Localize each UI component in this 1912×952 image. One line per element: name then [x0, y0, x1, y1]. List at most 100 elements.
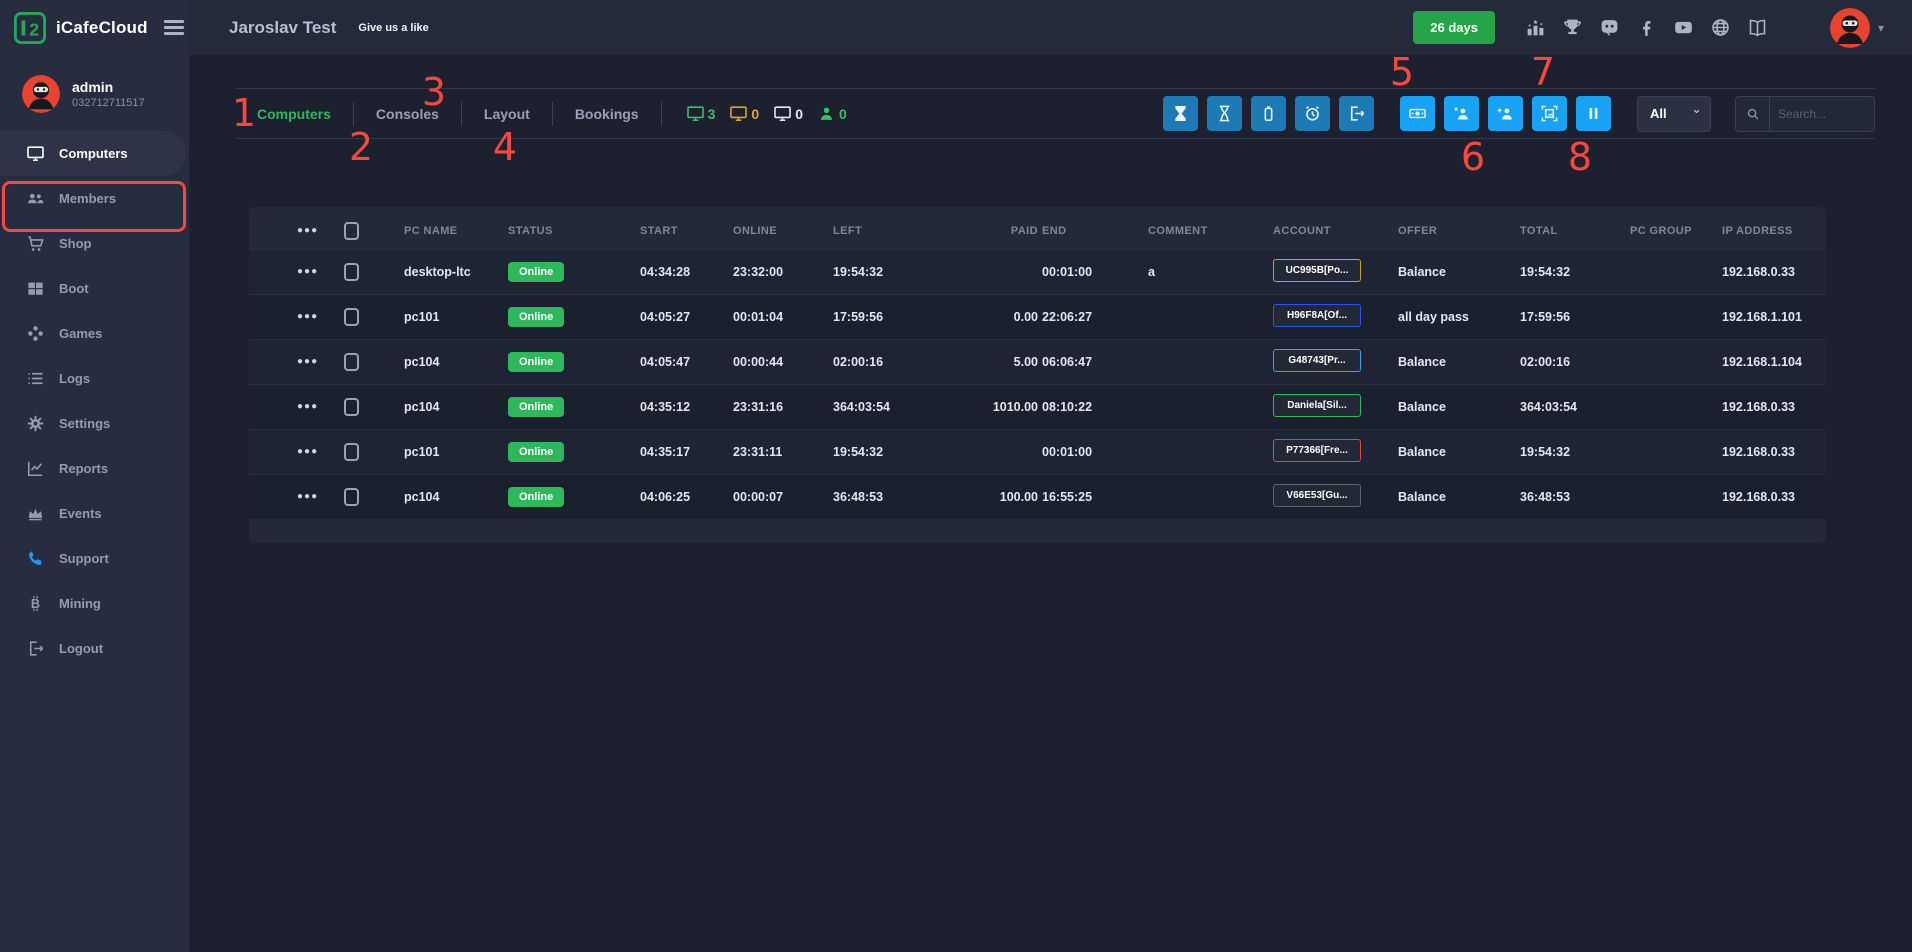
sidebar-item-members[interactable]: Members: [0, 176, 189, 221]
row-menu-button[interactable]: ●●●: [249, 384, 344, 429]
left-cell: 19:54:32: [833, 249, 949, 294]
ranking-icon[interactable]: [1525, 17, 1546, 38]
row-checkbox[interactable]: [344, 308, 359, 326]
paid-cell: 5.00: [949, 339, 1042, 384]
sidebar-item-reports[interactable]: Reports: [0, 446, 189, 491]
table-row: ●●● pc101 Online 04:05:27 00:01:04 17:59…: [249, 294, 1826, 339]
start-cell: 04:35:12: [640, 384, 733, 429]
row-checkbox[interactable]: [344, 263, 359, 281]
user-menu[interactable]: ▾: [1830, 8, 1884, 48]
account-badge[interactable]: V66E53[Gu...: [1273, 484, 1361, 507]
end-cell: 08:10:22: [1042, 384, 1148, 429]
sidebar-item-label: Members: [59, 191, 116, 206]
status-cell: Online: [508, 294, 640, 339]
tab-consoles[interactable]: Consoles: [354, 102, 462, 126]
table-row: ●●● pc104 Online 04:06:25 00:00:07 36:48…: [249, 474, 1826, 519]
row-checkbox[interactable]: [344, 443, 359, 461]
account-badge[interactable]: G48743[Pr...: [1273, 349, 1361, 372]
discord-icon[interactable]: [1599, 17, 1620, 38]
comment-cell: [1148, 294, 1273, 339]
sidebar-item-label: Logs: [59, 371, 90, 386]
status-badge: Online: [508, 397, 564, 417]
members-online-count: 0: [817, 104, 847, 123]
row-checkbox[interactable]: [344, 398, 359, 416]
book-icon[interactable]: [1747, 17, 1768, 38]
status-cell: Online: [508, 339, 640, 384]
sidebar-item-logs[interactable]: Logs: [0, 356, 189, 401]
account-badge[interactable]: P77366[Fre...: [1273, 439, 1361, 462]
computers-warning-count: 0: [729, 104, 759, 123]
ip-address-cell: 192.168.1.101: [1722, 294, 1826, 339]
alarm-clock-button[interactable]: [1295, 96, 1330, 131]
tab-computers[interactable]: Computers: [235, 102, 354, 126]
end-cell: 06:06:47: [1042, 339, 1148, 384]
sidebar-item-games[interactable]: Games: [0, 311, 189, 356]
sidebar-item-boot[interactable]: Boot: [0, 266, 189, 311]
counter-value: 3: [708, 106, 716, 122]
app-logo-icon: 2: [14, 12, 46, 44]
search-input[interactable]: [1770, 107, 1874, 121]
end-cell: 00:01:00: [1042, 249, 1148, 294]
hourglass-outline-button[interactable]: [1207, 96, 1242, 131]
facebook-icon[interactable]: [1636, 17, 1657, 38]
pause-button[interactable]: [1576, 96, 1611, 131]
hamburger-menu-icon[interactable]: [164, 20, 184, 35]
col-paid: PAID: [949, 213, 1042, 249]
pc-group-filter-select[interactable]: All: [1637, 96, 1711, 132]
row-menu-button[interactable]: ●●●: [249, 294, 344, 339]
tab-label: Bookings: [575, 106, 639, 122]
sidebar-item-computers[interactable]: Computers: [0, 131, 186, 176]
trophy-icon[interactable]: [1562, 17, 1583, 38]
start-cell: 04:05:47: [640, 339, 733, 384]
select-all-checkbox[interactable]: [344, 222, 359, 240]
status-counters: 3 0 0 0: [686, 104, 847, 123]
cash-payment-button[interactable]: [1400, 96, 1435, 131]
user-avatar[interactable]: [1830, 8, 1870, 48]
pc-name-cell: pc104: [404, 474, 508, 519]
sidebar-item-events[interactable]: Events: [0, 491, 189, 536]
row-checkbox[interactable]: [344, 488, 359, 506]
row-menu-button[interactable]: ●●●: [249, 429, 344, 474]
account-cell: Daniela[Sil...: [1273, 384, 1398, 429]
youtube-icon[interactable]: [1673, 17, 1694, 38]
monitor-icon: [26, 144, 45, 163]
row-menu-header[interactable]: ●●●: [249, 213, 344, 249]
sidebar-user-id: 032712711517: [72, 97, 145, 109]
screenshot-button[interactable]: [1532, 96, 1567, 131]
row-checkbox[interactable]: [344, 353, 359, 371]
account-badge[interactable]: UC995B[Po...: [1273, 259, 1361, 282]
status-badge: Online: [508, 442, 564, 462]
online-cell: 00:01:04: [733, 294, 833, 339]
start-cell: 04:06:25: [640, 474, 733, 519]
pc-name-cell: pc104: [404, 339, 508, 384]
table-row: ●●● pc104 Online 04:35:12 23:31:16 364:0…: [249, 384, 1826, 429]
sign-out-button[interactable]: [1339, 96, 1374, 131]
total-cell: 19:54:32: [1520, 249, 1630, 294]
hourglass-filled-button[interactable]: [1163, 96, 1198, 131]
sidebar-item-shop[interactable]: Shop: [0, 221, 189, 266]
globe-icon[interactable]: [1710, 17, 1731, 38]
status-cell: Online: [508, 429, 640, 474]
account-badge[interactable]: H96F8A[Of...: [1273, 304, 1361, 327]
sidebar-item-settings[interactable]: Settings: [0, 401, 189, 446]
offer-cell: Balance: [1398, 474, 1520, 519]
battery-button[interactable]: [1251, 96, 1286, 131]
gear-icon: [26, 414, 45, 433]
sidebar-item-mining[interactable]: B Mining: [0, 581, 189, 626]
online-cell: 00:00:44: [733, 339, 833, 384]
add-member-button[interactable]: [1488, 96, 1523, 131]
add-member-star-button[interactable]: [1444, 96, 1479, 131]
row-menu-button[interactable]: ●●●: [249, 249, 344, 294]
tab-layout[interactable]: Layout: [462, 102, 553, 126]
chevron-down-icon: ▾: [1878, 21, 1884, 35]
sidebar-item-support[interactable]: Support: [0, 536, 189, 581]
tab-bookings[interactable]: Bookings: [553, 102, 662, 126]
toolbar-buttons: All: [1154, 96, 1875, 132]
pc-group-cell: [1630, 249, 1722, 294]
give-us-a-like-link[interactable]: Give us a like: [358, 22, 428, 34]
subscription-days-button[interactable]: 26 days: [1413, 11, 1495, 44]
account-badge[interactable]: Daniela[Sil...: [1273, 394, 1361, 417]
sidebar-item-logout[interactable]: Logout: [0, 626, 189, 671]
row-menu-button[interactable]: ●●●: [249, 474, 344, 519]
row-menu-button[interactable]: ●●●: [249, 339, 344, 384]
